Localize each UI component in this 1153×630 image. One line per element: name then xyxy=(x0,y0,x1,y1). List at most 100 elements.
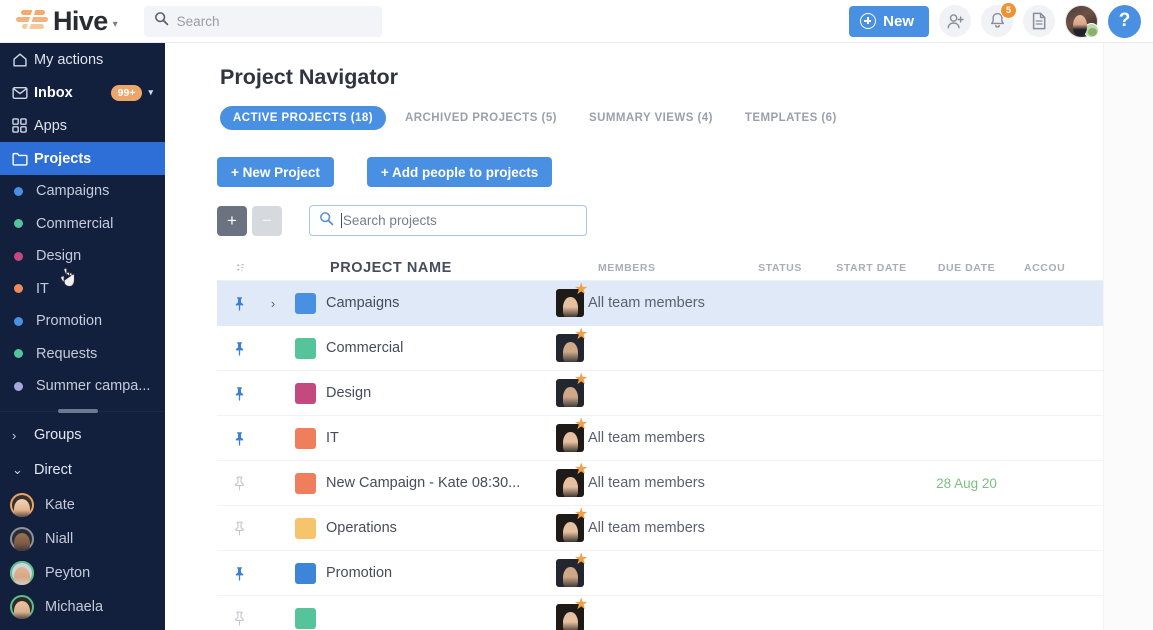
star-icon: ★ xyxy=(574,461,589,478)
sidebar-section-direct[interactable]: ⌄ Direct xyxy=(0,453,165,488)
column-header-members[interactable]: MEMBERS xyxy=(556,262,736,274)
tab-archived-projects[interactable]: ARCHIVED PROJECTS (5) xyxy=(392,106,570,130)
star-icon: ★ xyxy=(574,506,589,523)
members-label: All team members xyxy=(588,295,705,311)
sidebar-item-label: Requests xyxy=(36,345,98,362)
table-row[interactable]: Commercial ★ xyxy=(217,326,1153,371)
sidebar-resize-handle[interactable] xyxy=(58,408,98,413)
sidebar-item-inbox[interactable]: Inbox 99+ ▾ xyxy=(0,76,165,109)
projects-table: PROJECT NAME MEMBERS STATUS START DATE D… xyxy=(217,255,1153,630)
project-name-cell: Operations xyxy=(326,520,397,536)
members-cell[interactable]: ★ All team members xyxy=(556,282,736,317)
members-cell[interactable]: ★ xyxy=(556,372,736,407)
members-cell[interactable]: ★ All team members xyxy=(556,417,736,452)
color-dot-icon xyxy=(14,316,23,326)
sidebar-item-it[interactable]: IT xyxy=(0,273,165,306)
avatar: ★ xyxy=(556,417,588,452)
table-row[interactable]: ★ xyxy=(217,596,1153,630)
column-header-start-date[interactable]: START DATE xyxy=(824,262,919,274)
star-icon: ★ xyxy=(574,326,589,343)
chevron-down-icon[interactable]: ▾ xyxy=(113,19,118,30)
project-search-input[interactable] xyxy=(342,213,577,228)
table-row[interactable]: › Campaigns ★ All team members xyxy=(217,281,1153,326)
column-header-status[interactable]: STATUS xyxy=(736,262,824,274)
global-search[interactable] xyxy=(143,5,382,37)
new-button[interactable]: New xyxy=(849,5,929,37)
avatar[interactable] xyxy=(1065,4,1099,38)
chevron-right-icon: › xyxy=(12,427,17,443)
pin-icon[interactable] xyxy=(217,476,262,491)
pin-icon[interactable] xyxy=(217,296,262,311)
tab-summary-views[interactable]: SUMMARY VIEWS (4) xyxy=(576,106,726,130)
members-cell[interactable]: ★ All team members xyxy=(556,462,736,497)
table-row[interactable]: Operations ★ All team members xyxy=(217,506,1153,551)
chevron-right-icon[interactable]: › xyxy=(262,296,284,311)
column-header-due-date[interactable]: DUE DATE xyxy=(919,262,1014,274)
project-name-cell: Commercial xyxy=(326,340,404,356)
members-cell[interactable]: ★ All team members xyxy=(556,507,736,542)
pin-icon[interactable] xyxy=(217,386,262,401)
pin-icon[interactable] xyxy=(217,521,262,536)
tab-bar: ACTIVE PROJECTS (18) ARCHIVED PROJECTS (… xyxy=(220,106,1153,130)
avatar: ★ xyxy=(556,552,588,587)
top-bar: Hive ▾ New xyxy=(0,0,1153,43)
pin-icon[interactable] xyxy=(217,611,262,626)
tab-templates[interactable]: TEMPLATES (6) xyxy=(732,106,850,130)
sidebar-item-apps[interactable]: Apps xyxy=(0,109,165,142)
add-person-icon[interactable] xyxy=(939,5,971,37)
document-icon[interactable] xyxy=(1023,5,1055,37)
sidebar-item-requests[interactable]: Requests xyxy=(0,338,165,371)
color-dot-icon xyxy=(14,284,23,294)
sidebar-dm-peyton[interactable]: Peyton xyxy=(0,556,165,590)
sidebar-dm-niall[interactable]: Niall xyxy=(0,522,165,556)
search-icon xyxy=(154,11,169,31)
pin-icon[interactable] xyxy=(217,566,262,581)
table-row[interactable]: New Campaign - Kate 08:30... ★ All team me… xyxy=(217,461,1153,506)
star-icon: ★ xyxy=(574,281,589,298)
members-cell[interactable]: ★ xyxy=(556,327,736,362)
project-color-swatch xyxy=(284,382,326,404)
sidebar-item-design[interactable]: Design xyxy=(0,240,165,273)
sidebar-dm-label: Peyton xyxy=(45,564,91,581)
sidebar-item-summer-campaign[interactable]: Summer campa... xyxy=(0,370,165,403)
new-project-button[interactable]: + New Project xyxy=(217,157,334,187)
chevron-down-icon[interactable]: ▾ xyxy=(148,87,153,98)
sidebar-item-label: Inbox xyxy=(34,84,73,101)
collapse-all-button[interactable]: − xyxy=(252,205,282,236)
sidebar-item-campaigns[interactable]: Campaigns xyxy=(0,175,165,208)
table-row[interactable]: Promotion ★ xyxy=(217,551,1153,596)
sidebar-item-my-actions[interactable]: My actions xyxy=(0,43,165,76)
project-search[interactable] xyxy=(309,205,587,236)
sidebar-item-label: Promotion xyxy=(36,313,103,330)
help-icon[interactable]: ? xyxy=(1108,4,1141,38)
due-date-cell[interactable]: 28 Aug 20 xyxy=(919,476,1014,491)
sort-icon[interactable] xyxy=(217,262,262,273)
pin-icon[interactable] xyxy=(217,341,262,356)
column-header-project-name[interactable]: PROJECT NAME xyxy=(326,260,556,276)
search-input[interactable] xyxy=(176,13,372,29)
members-cell[interactable]: ★ xyxy=(556,597,736,630)
expand-all-button[interactable]: + xyxy=(217,205,247,236)
avatar xyxy=(10,560,34,585)
sidebar-item-label: Projects xyxy=(34,150,92,167)
pin-icon[interactable] xyxy=(217,431,262,446)
sidebar-section-label: Direct xyxy=(34,462,72,478)
sidebar-section-groups[interactable]: › Groups xyxy=(0,418,165,453)
sidebar-dm-kate[interactable]: Kate xyxy=(0,488,165,522)
members-cell[interactable]: ★ xyxy=(556,552,736,587)
horizontal-scroll-gutter[interactable] xyxy=(1103,43,1153,630)
add-people-button[interactable]: + Add people to projects xyxy=(366,157,553,187)
bell-icon[interactable]: 5 xyxy=(981,2,1017,37)
sidebar-item-projects[interactable]: Projects xyxy=(0,142,165,287)
tab-active-projects[interactable]: ACTIVE PROJECTS (18) xyxy=(220,106,386,130)
star-icon: ★ xyxy=(574,371,589,388)
sidebar-item-promotion[interactable]: Promotion xyxy=(0,305,165,338)
hive-logo[interactable]: Hive ▾ xyxy=(16,6,118,37)
project-name-cell: Campaigns xyxy=(326,295,400,311)
table-row[interactable]: IT ★ All team members xyxy=(217,416,1153,461)
project-color-swatch xyxy=(284,562,326,584)
sidebar-dm-michaela[interactable]: Michaela xyxy=(0,590,165,624)
envelope-icon xyxy=(12,86,34,100)
table-row[interactable]: Design ★ xyxy=(217,371,1153,416)
sidebar-item-commercial[interactable]: Commercial xyxy=(0,208,165,241)
